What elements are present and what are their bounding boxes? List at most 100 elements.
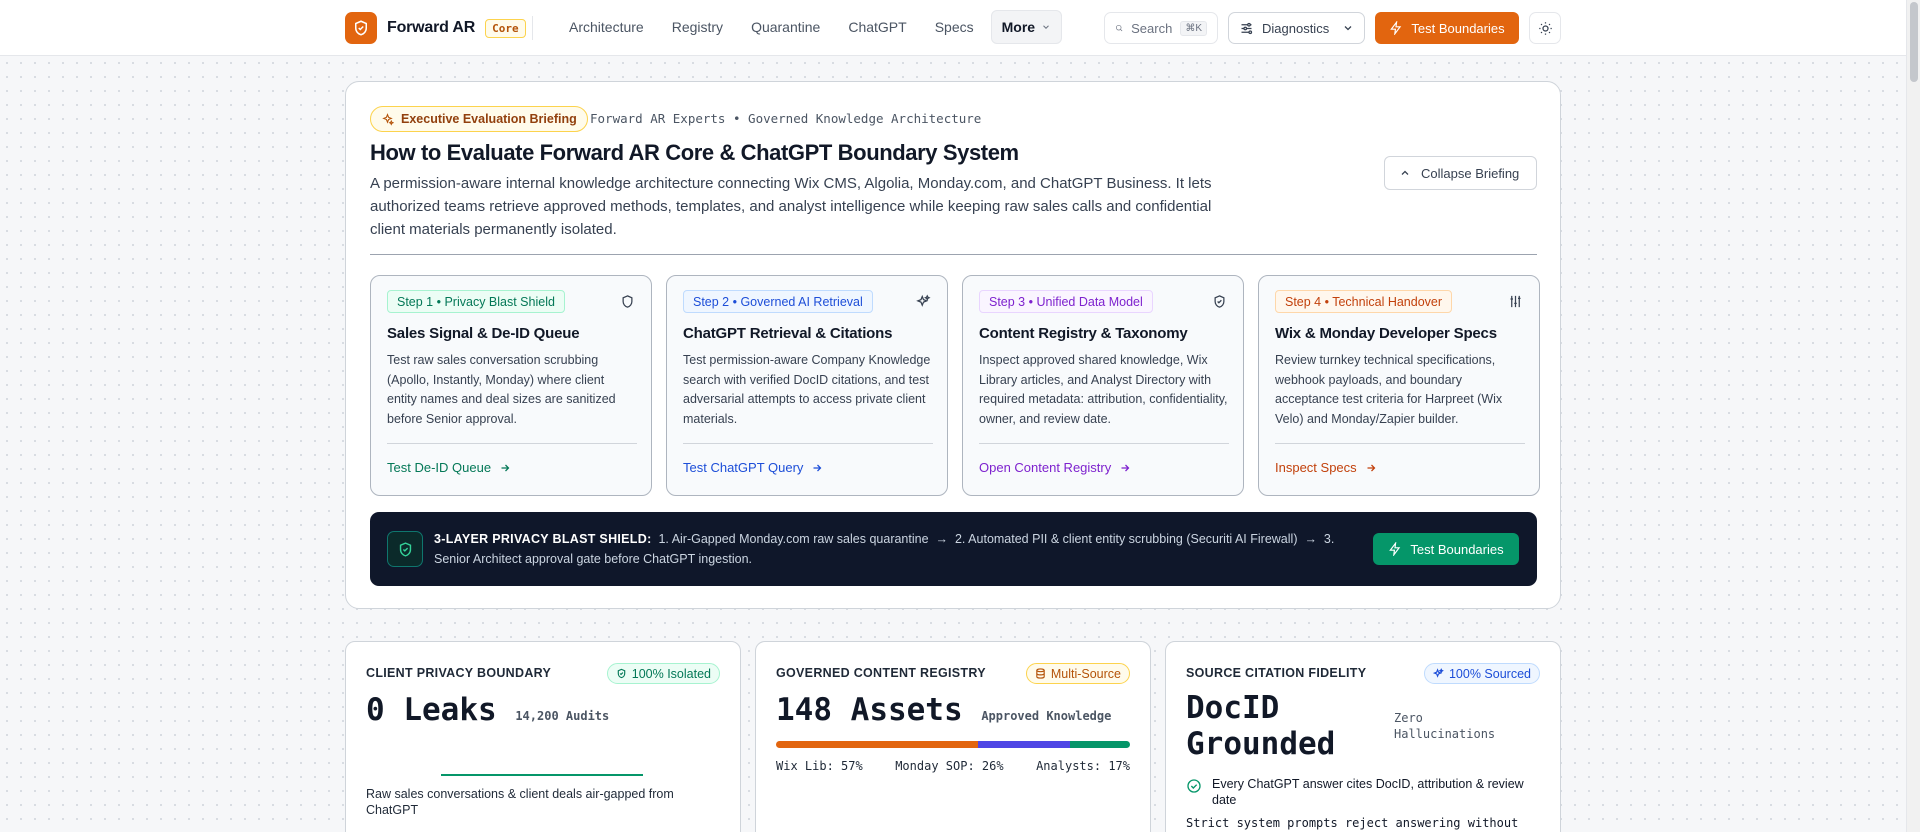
- step-description: Test raw sales conversation scrubbing (A…: [387, 353, 616, 426]
- distribution-segment-2: [1069, 741, 1130, 748]
- chevron-up-icon: [1401, 170, 1409, 175]
- step-description: Inspect approved shared knowledge, Wix L…: [979, 353, 1228, 426]
- step-badge: Step 2 • Governed AI Retrieval: [683, 290, 873, 313]
- brand-badge: Core: [485, 18, 526, 38]
- evaluation-steps: Step 1 • Privacy Blast Shield Sales Sign…: [370, 275, 1540, 496]
- step-divider: [979, 443, 1229, 444]
- metric-card-content-registry: GOVERNED CONTENT REGISTRY Multi-Source 1…: [755, 641, 1151, 832]
- status-badge-label: Multi-Source: [1050, 666, 1121, 681]
- sliders-icon: [1241, 22, 1253, 34]
- shield-test-boundaries-button[interactable]: Test Boundaries: [1373, 533, 1519, 565]
- search-button[interactable]: Search ⌘K: [1104, 12, 1218, 44]
- nav-chatgpt[interactable]: ChatGPT: [835, 10, 919, 44]
- metric-value-text: 148 Assets: [776, 692, 963, 728]
- search-shortcut: ⌘K: [1180, 20, 1207, 36]
- step-title: Content Registry & Taxonomy: [979, 325, 1188, 342]
- shield-check-icon: [387, 531, 423, 567]
- legend-analysts: Analysts: 17%: [1036, 759, 1130, 773]
- nav-registry[interactable]: Registry: [659, 10, 736, 44]
- sparkles-icon: [382, 112, 394, 126]
- chevron-down-icon: [1344, 26, 1352, 31]
- search-label: Search: [1131, 20, 1173, 36]
- arrow-right-icon: [501, 464, 510, 471]
- step-title: ChatGPT Retrieval & Citations: [683, 325, 893, 342]
- sparkles-icon: [916, 294, 931, 314]
- brand[interactable]: Forward AR Core: [345, 12, 526, 44]
- status-badge: Multi-Source: [1025, 663, 1130, 684]
- nav-quarantine[interactable]: Quarantine: [738, 10, 833, 44]
- brand-shield-icon: [345, 12, 377, 44]
- nav-more-dropdown[interactable]: More: [990, 10, 1063, 44]
- metric-card-citation-fidelity: SOURCE CITATION FIDELITY 100% Sourced Do…: [1165, 641, 1561, 832]
- metric-value: 0 Leaks 14,200 Audits: [366, 692, 609, 734]
- legend-monday-sop: Monday SOP: 26%: [895, 759, 1004, 773]
- diagnostics-label: Diagnostics: [1262, 20, 1330, 36]
- top-navigation-bar: Forward AR Core Architecture Registry Qu…: [0, 0, 1920, 56]
- evaluation-badge-label: Executive Evaluation Briefing: [401, 112, 577, 126]
- briefing-subtitle: Forward AR Experts • Governed Knowledge …: [590, 111, 982, 126]
- step-divider: [387, 443, 637, 444]
- shield-check-icon: [1212, 294, 1227, 314]
- test-boundaries-label: Test Boundaries: [1411, 20, 1505, 36]
- shield-layer-1: 1. Air-Gapped Monday.com raw sales quara…: [658, 532, 929, 546]
- nav-divider: [532, 16, 533, 40]
- metric-value: DocID Grounded: [1186, 690, 1336, 762]
- distribution-segment-0: [776, 741, 978, 748]
- shield-icon: [620, 294, 635, 314]
- step-divider: [1275, 443, 1525, 444]
- metric-value-sub: Approved Knowledge: [981, 709, 1112, 723]
- page-scrollbar[interactable]: [1906, 0, 1920, 832]
- shield-check-icon: [617, 668, 626, 679]
- status-badge: 100% Isolated: [606, 663, 720, 684]
- evaluation-badge: Executive Evaluation Briefing: [370, 106, 588, 132]
- metric-label: CLIENT PRIVACY BOUNDARY: [366, 666, 552, 680]
- step-link-label: Open Content Registry: [979, 460, 1112, 475]
- status-badge-label: 100% Isolated: [631, 666, 711, 681]
- test-chatgpt-query-link[interactable]: Test ChatGPT Query: [683, 460, 823, 475]
- arrow-right-icon: [1121, 464, 1130, 471]
- step-title: Wix & Monday Developer Specs: [1275, 325, 1497, 342]
- brand-name: Forward AR: [387, 19, 476, 36]
- arrow-right-icon: [1367, 464, 1376, 471]
- collapse-briefing-button[interactable]: Collapse Briefing: [1384, 156, 1537, 190]
- nav-architecture[interactable]: Architecture: [556, 10, 657, 44]
- step-description: Test permission-aware Company Knowledge …: [683, 353, 931, 426]
- test-boundaries-button[interactable]: Test Boundaries: [1375, 12, 1519, 44]
- metric-label: GOVERNED CONTENT REGISTRY: [776, 666, 986, 680]
- theme-toggle-button[interactable]: [1529, 12, 1561, 44]
- distribution-segment-1: [977, 741, 1070, 748]
- legend-wix-library: Wix Lib: 57%: [776, 759, 863, 773]
- sliders-icon: [1508, 294, 1523, 314]
- step-description: Review turnkey technical specifications,…: [1275, 353, 1503, 426]
- step-card-developer-specs: Step 4 • Technical Handover Wix & Monday…: [1258, 275, 1540, 496]
- metric-value: 148 Assets Approved Knowledge: [776, 692, 1111, 734]
- step-link-label: Inspect Specs: [1275, 460, 1357, 475]
- metric-footer: Raw sales conversations & client deals a…: [366, 787, 674, 817]
- step-link-label: Test ChatGPT Query: [683, 460, 804, 475]
- step-badge: Step 3 • Unified Data Model: [979, 290, 1153, 313]
- metric-card-client-privacy: CLIENT PRIVACY BOUNDARY 100% Isolated 0 …: [345, 641, 741, 832]
- scrollbar-thumb[interactable]: [1910, 2, 1918, 82]
- open-content-registry-link[interactable]: Open Content Registry: [979, 460, 1131, 475]
- inspect-specs-link[interactable]: Inspect Specs: [1275, 460, 1377, 475]
- nav-specs[interactable]: Specs: [922, 10, 987, 44]
- citation-check-text: Every ChatGPT answer cites DocID, attrib…: [1212, 777, 1524, 807]
- status-badge: 100% Sourced: [1423, 663, 1540, 684]
- step-card-de-id-queue: Step 1 • Privacy Blast Shield Sales Sign…: [370, 275, 652, 496]
- chevron-down-icon: [1043, 25, 1049, 29]
- diagnostics-dropdown[interactable]: Diagnostics: [1228, 12, 1365, 44]
- step-badge: Step 4 • Technical Handover: [1275, 290, 1453, 313]
- privacy-shield-text: 3-LAYER PRIVACY BLAST SHIELD: 1. Air-Gap…: [434, 529, 1364, 569]
- shield-button-label: Test Boundaries: [1410, 541, 1504, 557]
- step-card-content-registry: Step 3 • Unified Data Model Content Regi…: [962, 275, 1244, 496]
- step-title: Sales Signal & De-ID Queue: [387, 325, 580, 342]
- test-de-id-queue-link[interactable]: Test De-ID Queue: [387, 460, 511, 475]
- briefing-divider: [370, 254, 1537, 255]
- step-link-label: Test De-ID Queue: [387, 460, 492, 475]
- lightning-icon: [1390, 21, 1402, 35]
- arrow-right-icon: →: [1300, 532, 1321, 546]
- collapse-briefing-label: Collapse Briefing: [1421, 165, 1520, 181]
- sun-icon: [1538, 21, 1552, 35]
- nav-more-label: More: [1001, 19, 1036, 35]
- sparkles-icon: [1432, 668, 1444, 678]
